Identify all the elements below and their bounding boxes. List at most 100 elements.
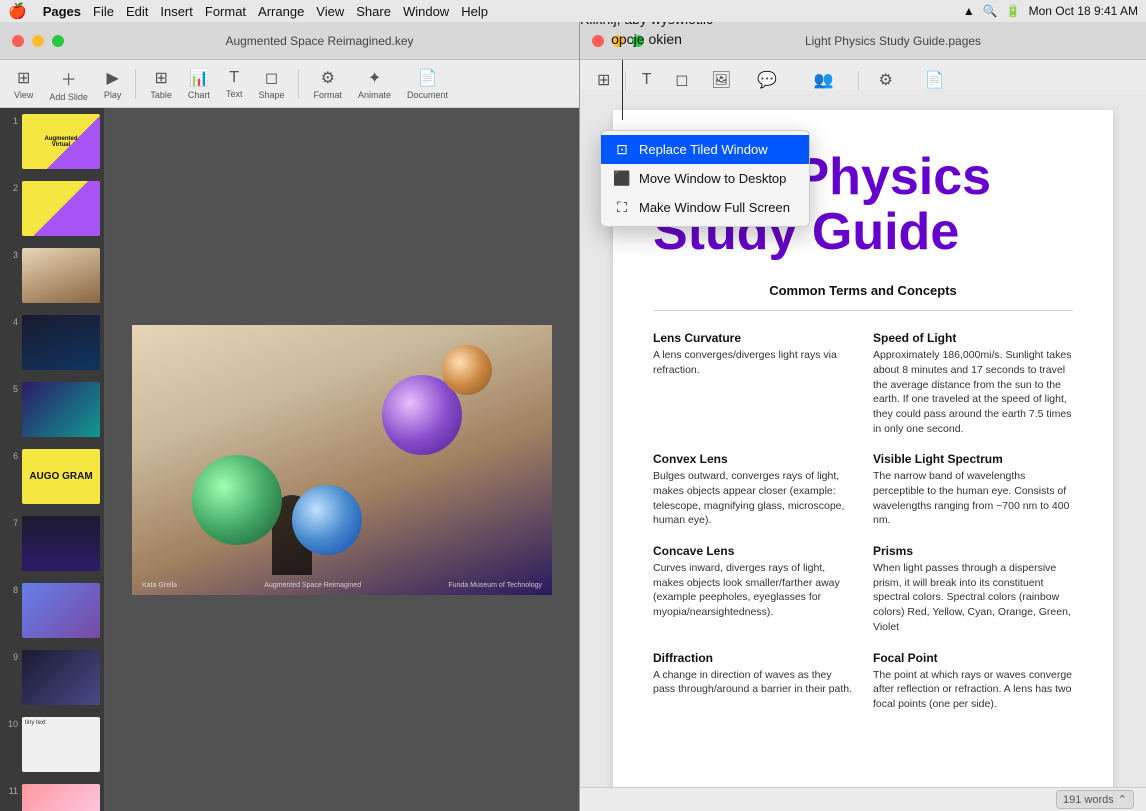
toolbar-document-label: Document — [407, 90, 448, 100]
toolbar-shape[interactable]: ◻ Shape — [252, 64, 290, 104]
apple-menu[interactable]: 🍎 — [8, 2, 27, 20]
menu-window[interactable]: Window — [403, 4, 449, 19]
term-desc: Bulges outward, converges rays of light,… — [653, 469, 853, 528]
keynote-toolbar: ⊞ View ＋ Add Slide ▶ Play ⊞ Table 📊 Char… — [0, 60, 579, 108]
context-menu: ⊡ Replace Tiled Window ⬛ Move Window to … — [600, 130, 810, 227]
term-entry-prisms: Prisms When light passes through a dispe… — [873, 544, 1073, 634]
toolbar-chart-label: Chart — [188, 90, 210, 100]
close-button[interactable] — [12, 35, 24, 47]
term-title: Visible Light Spectrum — [873, 452, 1073, 466]
menu-edit[interactable]: Edit — [126, 4, 148, 19]
menu-item-label: Replace Tiled Window — [639, 142, 768, 157]
view-icon: ⊞ — [597, 70, 610, 90]
menu-format[interactable]: Format — [205, 4, 246, 19]
term-entry-speed-of-light: Speed of Light Approximately 186,000mi/s… — [873, 331, 1073, 436]
slide-thumbnail — [22, 516, 100, 571]
slide-thumbnail — [22, 784, 100, 811]
menu-arrange[interactable]: Arrange — [258, 4, 304, 19]
menu-insert[interactable]: Insert — [160, 4, 193, 19]
add-slide-icon: ＋ — [61, 66, 77, 90]
slide-thumbnail: tiny text — [22, 717, 100, 772]
menu-item-label: Make Window Full Screen — [639, 200, 790, 215]
toolbar-shape-label: Shape — [258, 90, 284, 100]
sphere-blue — [292, 485, 362, 555]
slide-panel[interactable]: 1 AugmentedVirtual 2 3 4 5 6 A — [0, 108, 105, 811]
menu-help[interactable]: Help — [461, 4, 488, 19]
sphere-green — [192, 455, 282, 545]
toolbar-text[interactable]: T Text — [220, 65, 249, 103]
annotation-line2: opcje okien — [611, 31, 682, 47]
slide-number: 8 — [4, 583, 18, 595]
fullscreen-button[interactable] — [52, 35, 64, 47]
list-item[interactable]: 7 — [0, 510, 104, 577]
minimize-button[interactable] — [32, 35, 44, 47]
current-slide-canvas: Kata Grella Augmented Space Reimagined F… — [132, 325, 552, 595]
menu-item-fullscreen[interactable]: ⛶ Make Window Full Screen — [601, 193, 809, 222]
annotation-pointer — [622, 60, 623, 120]
slide-thumbnail — [22, 650, 100, 705]
slide-number: 9 — [4, 650, 18, 662]
toolbar-divider-2 — [298, 69, 299, 99]
toolbar-animate[interactable]: ✦ Animate — [352, 64, 397, 104]
word-count-button[interactable]: 191 words ⌃ — [1056, 790, 1134, 809]
menu-item-move-to-desktop[interactable]: ⬛ Move Window to Desktop — [601, 164, 809, 193]
term-desc: A change in direction of waves as they p… — [653, 668, 853, 697]
keynote-canvas-area[interactable]: Kata Grella Augmented Space Reimagined F… — [105, 108, 579, 811]
list-item[interactable]: 9 — [0, 644, 104, 711]
toolbar-format-label: Format — [313, 90, 342, 100]
list-item[interactable]: 6 AUGO GRAM — [0, 443, 104, 510]
list-item[interactable]: 4 — [0, 309, 104, 376]
slide-number: 1 — [4, 114, 18, 126]
toolbar-format[interactable]: ⚙ Format — [307, 64, 348, 104]
keynote-window: Augmented Space Reimagined.key ⊞ View ＋ … — [0, 22, 580, 811]
term-entry-convex-lens: Convex Lens Bulges outward, converges ra… — [653, 452, 853, 528]
menubar-right: ▲ 🔍 🔋 Mon Oct 18 9:41 AM — [963, 4, 1138, 18]
toolbar-table[interactable]: ⊞ Table — [144, 64, 178, 104]
slide-thumbnail: AUGO GRAM — [22, 449, 100, 504]
toolbar-document[interactable]: 📄 Document — [401, 64, 454, 104]
search-icon[interactable]: 🔍 — [983, 4, 998, 18]
menu-file[interactable]: File — [93, 4, 114, 19]
document-subtitle: Common Terms and Concepts — [653, 283, 1073, 298]
toolbar-chart[interactable]: 📊 Chart — [182, 64, 216, 104]
menu-item-replace-tiled[interactable]: ⊡ Replace Tiled Window — [601, 135, 809, 164]
menubar: 🍎 Pages File Edit Insert Format Arrange … — [0, 0, 1146, 22]
term-title: Lens Curvature — [653, 331, 853, 345]
move-desktop-icon: ⬛ — [613, 170, 631, 187]
term-title: Speed of Light — [873, 331, 1073, 345]
toolbar-animate-label: Animate — [358, 90, 391, 100]
list-item[interactable]: 3 — [0, 242, 104, 309]
menu-pages[interactable]: Pages — [43, 4, 81, 19]
toolbar-view[interactable]: ⊞ View — [8, 64, 39, 104]
sphere-orange — [442, 345, 492, 395]
list-item[interactable]: 11 — [0, 778, 104, 811]
menu-view[interactable]: View — [316, 4, 344, 19]
toolbar-add-slide[interactable]: ＋ Add Slide — [43, 62, 94, 106]
slide-number: 11 — [4, 784, 18, 796]
footer-venue: Funda Museum of Technology — [448, 582, 542, 589]
list-item[interactable]: 2 — [0, 175, 104, 242]
term-desc: The point at which rays or waves converg… — [873, 668, 1073, 712]
toolbar-play[interactable]: ▶ Play — [98, 64, 128, 104]
footer-title: Augmented Space Reimagined — [264, 582, 361, 589]
battery-icon: 🔋 — [1006, 4, 1021, 18]
text-icon: T — [642, 71, 652, 89]
menu-item-label: Move Window to Desktop — [639, 171, 786, 186]
slide-thumbnail — [22, 382, 100, 437]
collaborate-icon: 👥 — [813, 70, 833, 90]
term-entry-diffraction: Diffraction A change in direction of wav… — [653, 651, 853, 712]
slide-thumbnail — [22, 315, 100, 370]
list-item[interactable]: 1 AugmentedVirtual — [0, 108, 104, 175]
chevron-icon: ⌃ — [1118, 793, 1127, 806]
menu-share[interactable]: Share — [356, 4, 391, 19]
list-item[interactable]: 5 — [0, 376, 104, 443]
slide-footer: Kata Grella Augmented Space Reimagined F… — [132, 582, 552, 589]
list-item[interactable]: 8 — [0, 577, 104, 644]
fullscreen-icon: ⛶ — [613, 199, 631, 216]
wifi-icon: ▲ — [963, 4, 975, 18]
list-item[interactable]: 10 tiny text — [0, 711, 104, 778]
shape-icon: ◻ — [265, 68, 278, 88]
shape-icon: ◻ — [675, 70, 688, 90]
animate-icon: ✦ — [368, 68, 381, 88]
terms-grid: Lens Curvature A lens converges/diverges… — [653, 331, 1073, 711]
